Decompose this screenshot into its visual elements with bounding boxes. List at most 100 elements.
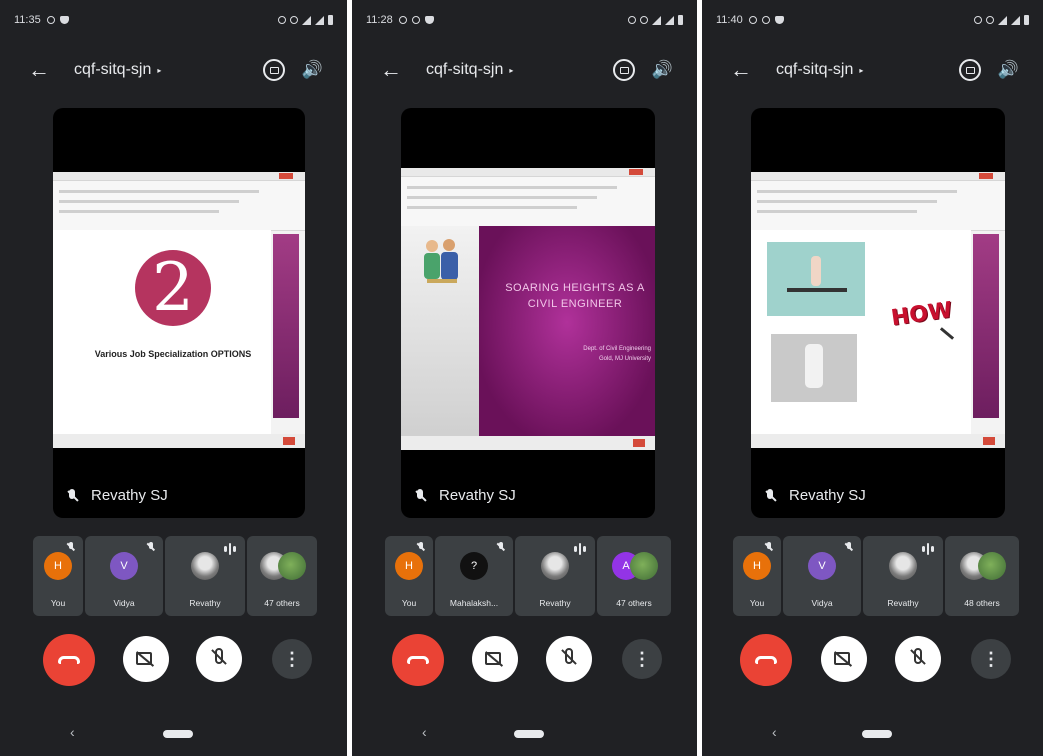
system-icons: [628, 15, 683, 25]
balance-scale-image: [767, 242, 865, 316]
camera-toggle-button[interactable]: [821, 636, 867, 682]
participant-tile[interactable]: Revathy: [515, 536, 595, 616]
status-heart-icon: [774, 16, 784, 24]
meeting-code[interactable]: cqf-sitq-sjn ▸: [74, 61, 161, 79]
mic-off-icon: [415, 488, 425, 503]
avatar: V: [110, 552, 138, 580]
mic-toggle-button[interactable]: [895, 636, 941, 682]
system-nav-bar: ‹: [352, 712, 697, 756]
meeting-code[interactable]: cqf-sitq-sjn ▸: [426, 61, 513, 79]
participant-name: You: [50, 598, 66, 608]
participant-tile-you[interactable]: H You: [733, 536, 781, 616]
back-arrow-icon[interactable]: ←: [730, 59, 752, 81]
avatar-group: [960, 552, 1006, 582]
system-nav-bar: ‹: [702, 712, 1043, 756]
switch-camera-icon[interactable]: [613, 59, 635, 81]
participant-name: Revathy: [887, 598, 919, 608]
slide-title: SOARING HEIGHTS AS A CIVIL ENGINEER: [505, 282, 645, 310]
powerpoint-ribbon: [401, 168, 655, 227]
shared-screen: SOARING HEIGHTS AS A CIVIL ENGINEER Dept…: [401, 168, 655, 450]
mic-off-icon: [67, 488, 77, 503]
nav-back-icon[interactable]: ‹: [70, 724, 75, 740]
back-arrow-icon[interactable]: ←: [380, 59, 402, 81]
system-icons: [278, 15, 333, 25]
status-time: 11:35: [14, 14, 41, 26]
slide: SOARING HEIGHTS AS A CIVIL ENGINEER Dept…: [401, 226, 655, 440]
meeting-code[interactable]: cqf-sitq-sjn ▸: [776, 61, 863, 79]
presenter-name: Revathy SJ: [789, 487, 866, 504]
mic-off-icon: [67, 542, 75, 553]
speaker-icon[interactable]: 🔊: [998, 60, 1019, 80]
participant-tile-others[interactable]: A 47 others: [597, 536, 671, 616]
shared-screen: HOW: [751, 172, 1005, 448]
participant-strip: H You ? Mahalaksh... Revathy A 47 others: [385, 536, 671, 616]
mic-toggle-button[interactable]: [546, 636, 592, 682]
participant-name: Revathy: [539, 598, 571, 608]
mic-toggle-button[interactable]: [196, 636, 242, 682]
speaker-icon[interactable]: 🔊: [652, 60, 673, 80]
participant-tile-you[interactable]: H You: [385, 536, 433, 616]
camera-toggle-button[interactable]: [472, 636, 518, 682]
camera-toggle-button[interactable]: [123, 636, 169, 682]
call-controls: ⋮: [352, 634, 697, 686]
mic-off-icon: [765, 488, 775, 503]
more-options-button[interactable]: ⋮: [622, 639, 662, 679]
end-call-button[interactable]: [392, 634, 444, 686]
mic-off-icon: [215, 648, 223, 664]
mic-off-icon: [565, 648, 573, 664]
participant-name: 47 others: [616, 598, 652, 608]
participant-tile[interactable]: V Vidya: [783, 536, 861, 616]
powerpoint-ribbon: [751, 172, 1005, 231]
call-controls: ⋮: [0, 634, 347, 686]
avatar: H: [743, 552, 771, 580]
end-call-button[interactable]: [43, 634, 95, 686]
nav-home-icon[interactable]: [862, 730, 892, 738]
presenter-tile[interactable]: HOW Revathy SJ: [751, 108, 1005, 518]
switch-camera-icon[interactable]: [959, 59, 981, 81]
dropdown-caret-icon: ▸: [509, 65, 514, 75]
presenter-tile[interactable]: 2 Various Job Specialization OPTIONS Rev…: [53, 108, 305, 518]
camera-off-icon: [485, 652, 501, 665]
more-options-button[interactable]: ⋮: [971, 639, 1011, 679]
meeting-header: ← cqf-sitq-sjn ▸ 🔊: [0, 50, 347, 90]
switch-camera-icon[interactable]: [263, 59, 285, 81]
nav-back-icon[interactable]: ‹: [422, 724, 427, 740]
whatsapp-icon: [748, 16, 757, 24]
status-time: 11:28: [366, 14, 393, 26]
nav-home-icon[interactable]: [514, 730, 544, 738]
slide-word: HOW: [889, 297, 954, 332]
participant-tile-you[interactable]: H You: [33, 536, 83, 616]
nav-back-icon[interactable]: ‹: [772, 724, 777, 740]
participant-tile-others[interactable]: 47 others: [247, 536, 317, 616]
avatar-group: [260, 552, 306, 582]
participant-tile-others[interactable]: 48 others: [945, 536, 1019, 616]
meeting-header: ← cqf-sitq-sjn ▸ 🔊: [702, 50, 1043, 90]
phone-screen-3: 11:40 ← cqf-sitq-sjn ▸ 🔊 HOW Revathy SJ H…: [702, 0, 1043, 756]
participant-tile[interactable]: Revathy: [165, 536, 245, 616]
mic-off-icon: [417, 542, 425, 553]
audio-wave-icon: [922, 543, 936, 555]
presenter-tile[interactable]: SOARING HEIGHTS AS A CIVIL ENGINEER Dept…: [401, 108, 655, 518]
avatar: [191, 552, 219, 580]
nav-home-icon[interactable]: [163, 730, 193, 738]
speaker-icon[interactable]: 🔊: [302, 60, 323, 80]
participant-strip: H You V Vidya Revathy 48 others: [733, 536, 1019, 616]
participant-tile[interactable]: ? Mahalaksh...: [435, 536, 513, 616]
participant-name: Vidya: [113, 598, 135, 608]
status-bar: 11:28: [352, 0, 697, 40]
participant-tile[interactable]: V Vidya: [85, 536, 163, 616]
status-dot-icon: [398, 16, 407, 24]
more-options-button[interactable]: ⋮: [272, 639, 312, 679]
robot-image: [771, 334, 857, 402]
system-nav-bar: ‹: [0, 712, 347, 756]
slide: 2 Various Job Specialization OPTIONS: [53, 230, 271, 446]
avatar: [889, 552, 917, 580]
participant-tile[interactable]: Revathy: [863, 536, 943, 616]
phone-screen-1: 11:35 ← cqf-sitq-sjn ▸ 🔊 2 Various Job Sp…: [0, 0, 347, 756]
avatar: V: [808, 552, 836, 580]
back-arrow-icon[interactable]: ←: [28, 59, 50, 81]
end-call-button[interactable]: [740, 634, 792, 686]
participant-name: 47 others: [264, 598, 300, 608]
audio-wave-icon: [574, 543, 588, 555]
slide: HOW: [751, 230, 971, 446]
